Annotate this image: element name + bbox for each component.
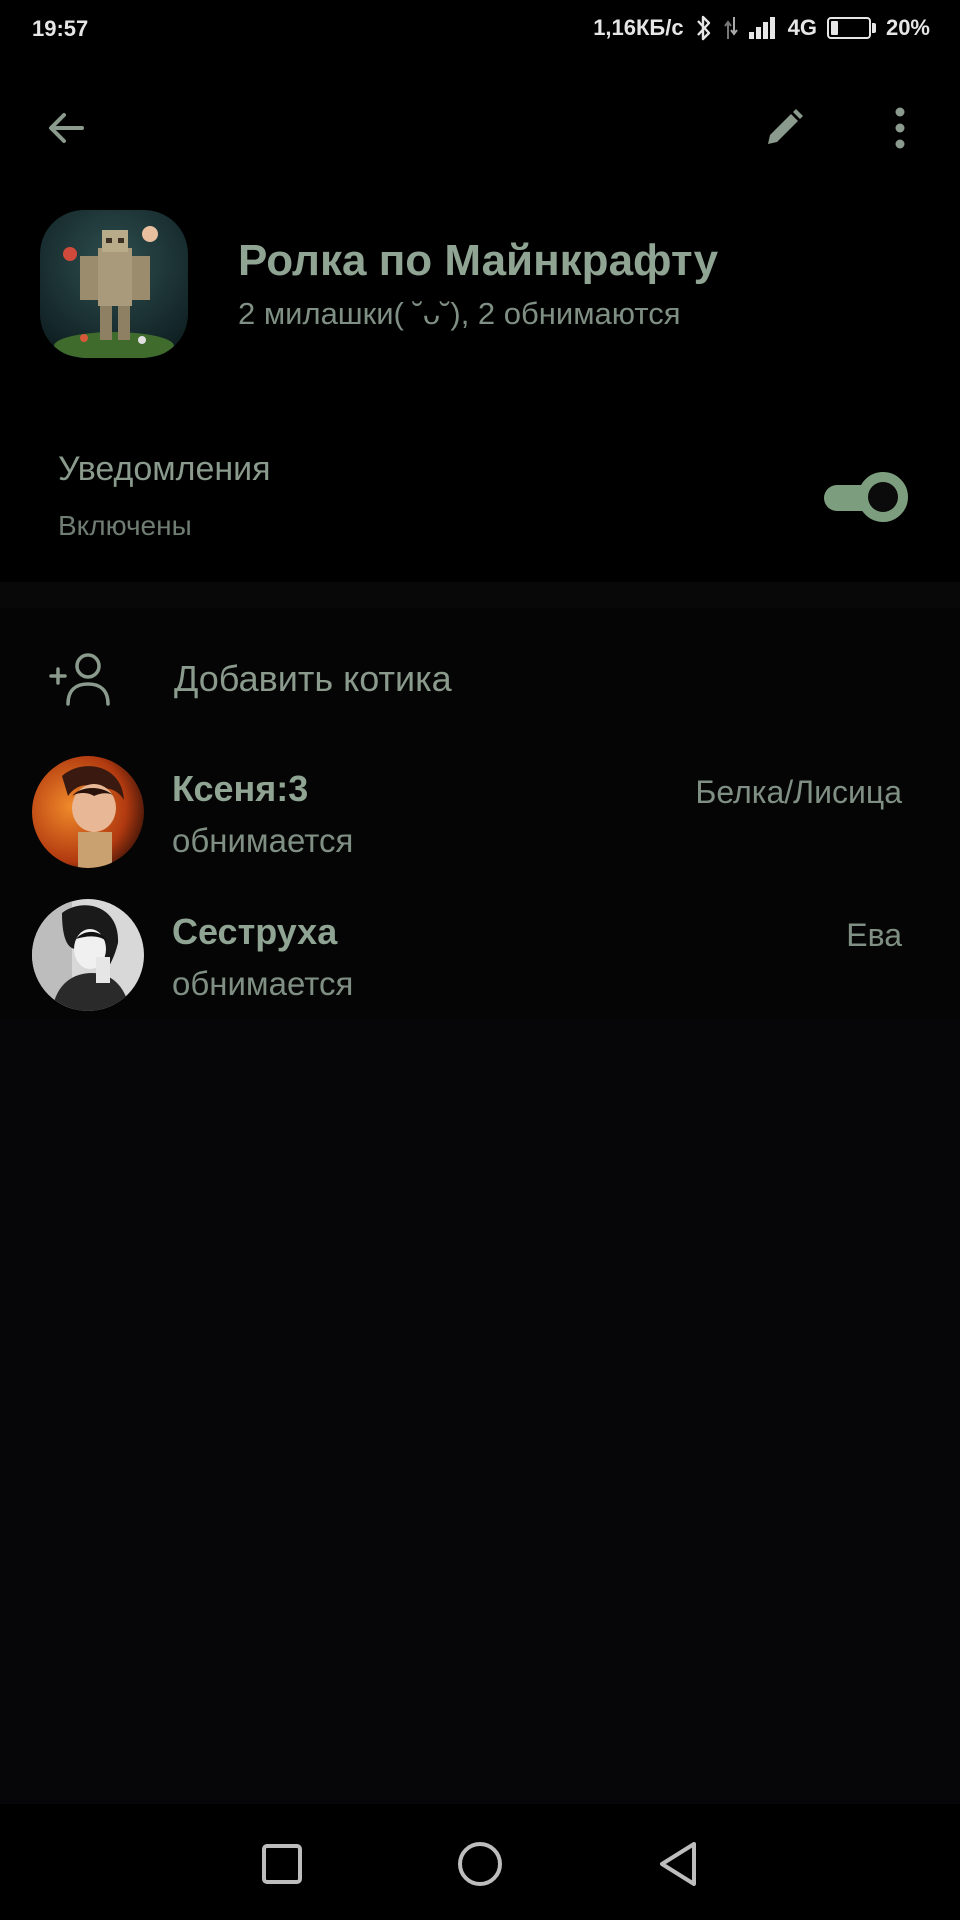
status-time: 19:57 [32,16,89,41]
triangle-back-icon [660,1842,696,1886]
circle-icon [458,1842,502,1886]
arrow-left-icon [49,113,84,143]
toolbar [0,80,960,176]
group-header: Ролка по Майнкрафту 2 милашки( ˘ᴗ˘), 2 о… [0,200,960,370]
empty-content-area [0,1020,960,1804]
more-options-button[interactable] [868,96,932,160]
notifications-toggle[interactable] [824,472,908,522]
bluetooth-icon [694,14,714,42]
add-member-label: Добавить котика [174,658,452,699]
system-nav-bar [0,1804,960,1920]
system-back-button[interactable] [648,1834,708,1894]
back-button[interactable] [34,96,98,160]
network-type: 4G [787,15,817,40]
data-transfer-icon [723,15,738,41]
notifications-row[interactable]: Уведомления Включены [0,430,960,580]
group-subtitle: 2 милашки( ˘ᴗ˘), 2 обнимаются [238,296,681,331]
member-rank: Белка/Лисица [695,774,902,810]
recent-apps-button[interactable] [252,1834,312,1894]
edit-button[interactable] [752,96,816,160]
avatar [32,756,144,868]
member-status: обнимается [172,822,354,859]
notifications-title: Уведомления [58,450,271,488]
member-row[interactable]: Сеструха обнимается Ева [0,891,960,1021]
signal-icon [748,16,778,40]
battery-percent: 20% [885,15,930,40]
members-section: Добавить котика Ксеня:3 обнимается Белка… [0,608,960,1020]
add-member-button[interactable]: Добавить котика [0,628,960,728]
square-icon [262,1844,302,1884]
battery-icon [826,17,876,39]
toggle-knob [858,472,908,522]
group-title: Ролка по Майнкрафту [238,236,719,285]
member-name: Сеструха [172,911,338,952]
group-info-screen: 19:57 1,16КБ/с 4G 20% Ролка по Майнкрафт… [0,0,960,1920]
pencil-icon [768,109,803,144]
more-vert-icon [895,107,905,149]
status-right: 1,16КБ/с 4G 20% [593,14,930,42]
avatar [32,899,144,1011]
add-person-icon [49,653,110,706]
member-rank: Ева [846,917,902,953]
net-speed: 1,16КБ/с [593,15,684,40]
status-bar: 19:57 1,16КБ/с 4G 20% [0,0,960,58]
member-status: обнимается [172,965,354,1002]
home-button[interactable] [450,1834,510,1894]
member-row[interactable]: Ксеня:3 обнимается Белка/Лисица [0,748,960,878]
member-name: Ксеня:3 [172,768,309,809]
group-avatar[interactable] [40,210,188,358]
section-divider [0,582,960,608]
notifications-state: Включены [58,510,192,541]
